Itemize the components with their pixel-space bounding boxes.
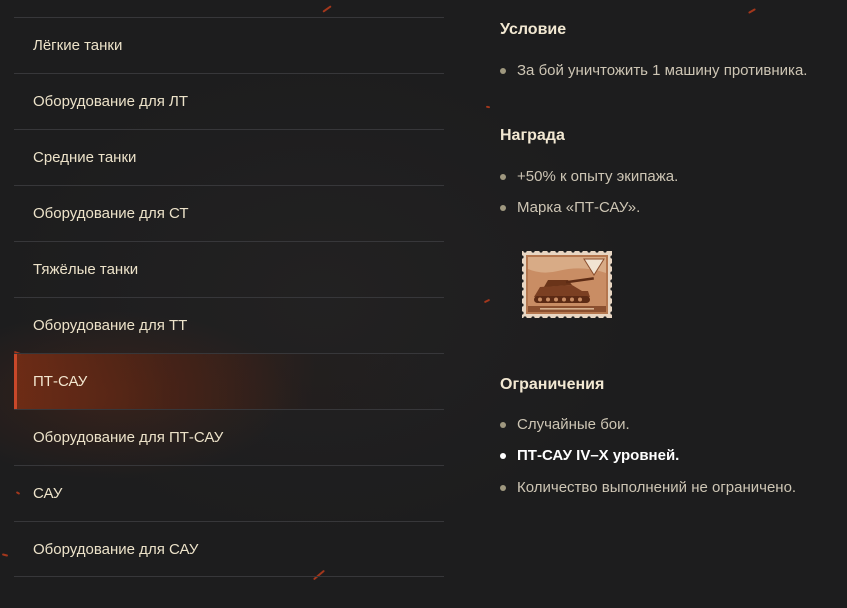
condition-text: За бой уничтожить 1 машину противника.	[517, 62, 808, 79]
reward-item: Марка «ПТ-САУ».	[500, 199, 640, 216]
ember-spark	[485, 105, 491, 109]
restriction-item-highlight: ПТ-САУ IV–X уровней.	[500, 447, 679, 464]
sidebar-item-label: Оборудование для СТ	[33, 205, 189, 222]
bullet-icon	[500, 452, 506, 459]
restriction-item: Случайные бои.	[500, 416, 630, 433]
sidebar-item-tank-destroyers[interactable]: ПТ-САУ	[14, 353, 444, 409]
bullet-icon	[500, 484, 506, 491]
reward-text: Марка «ПТ-САУ».	[517, 199, 641, 216]
sidebar-item-ht-equipment[interactable]: Оборудование для ТТ	[14, 297, 444, 353]
ember-spark	[1, 553, 9, 557]
bullet-icon	[500, 173, 506, 180]
sidebar-item-medium-tanks[interactable]: Средние танки	[14, 129, 444, 185]
sidebar-item-label: Тяжёлые танки	[33, 261, 139, 278]
sidebar-item-label: Оборудование для САУ	[33, 540, 199, 558]
sidebar-item-label: Средние танки	[33, 149, 137, 166]
bullet-icon	[500, 204, 506, 211]
restrictions-title: Ограничения	[500, 376, 605, 393]
ember-spark	[322, 5, 332, 13]
restriction-item: Количество выполнений не ограничено.	[500, 479, 796, 496]
bullet-icon	[500, 67, 506, 74]
sidebar-item-spg[interactable]: САУ	[14, 465, 444, 521]
reward-text: +50% к опыту экипажа.	[517, 168, 679, 185]
reward-title: Награда	[500, 127, 565, 144]
restriction-text: Количество выполнений не ограничено.	[517, 479, 797, 496]
tank-destroyer-stamp-icon	[520, 249, 614, 320]
bullet-icon	[500, 421, 506, 428]
sidebar-item-mt-equipment[interactable]: Оборудование для СТ	[14, 185, 444, 241]
sidebar-item-label: САУ	[33, 485, 63, 502]
sidebar-item-light-tanks[interactable]: Лёгкие танки	[14, 17, 444, 73]
sidebar-item-label: Лёгкие танки	[33, 37, 123, 54]
restriction-text: ПТ-САУ IV–X уровней.	[517, 447, 680, 464]
condition-item: За бой уничтожить 1 машину противника.	[500, 62, 807, 79]
sidebar-item-td-equipment[interactable]: Оборудование для ПТ-САУ	[14, 409, 444, 465]
ember-spark	[748, 8, 756, 14]
sidebar-item-label: Оборудование для ТТ	[33, 317, 188, 334]
sidebar-item-lt-equipment[interactable]: Оборудование для ЛТ	[14, 73, 444, 129]
sidebar-item-spg-equipment[interactable]: Оборудование для САУ	[14, 521, 444, 577]
reward-item: +50% к опыту экипажа.	[500, 168, 678, 185]
sidebar-item-label: Оборудование для ЛТ	[33, 93, 188, 110]
condition-title: Условие	[500, 21, 567, 38]
sidebar-item-label: Оборудование для ПТ-САУ	[33, 429, 224, 446]
restriction-text: Случайные бои.	[517, 416, 630, 433]
vehicle-class-sidebar: Лёгкие танки Оборудование для ЛТ Средние…	[14, 17, 444, 577]
ember-spark	[483, 298, 491, 304]
sidebar-item-heavy-tanks[interactable]: Тяжёлые танки	[14, 241, 444, 297]
sidebar-item-label: ПТ-САУ	[33, 373, 88, 390]
